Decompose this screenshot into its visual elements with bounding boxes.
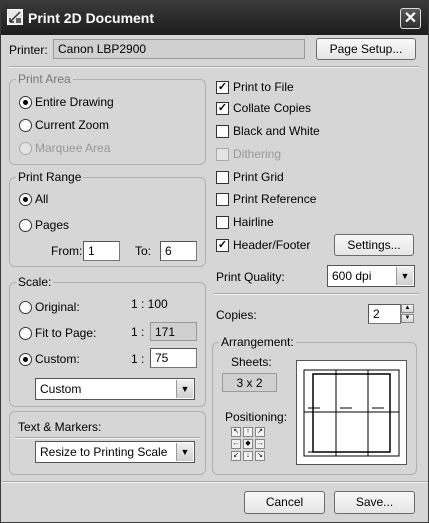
original-scale-value: 1 : 100 <box>131 297 168 311</box>
arrow-right-icon[interactable]: → <box>255 439 265 449</box>
printer-label: Printer: <box>9 43 48 57</box>
to-page-value: 6 <box>165 244 172 258</box>
copies-value: 2 <box>373 307 380 321</box>
print-grid-checkbox[interactable] <box>216 171 229 184</box>
custom-scale-value: 75 <box>155 351 169 365</box>
entire-drawing-radio[interactable] <box>19 96 32 109</box>
arrow-left-icon[interactable]: ← <box>231 439 241 449</box>
chevron-down-icon: ▼ <box>396 267 413 285</box>
title-bar[interactable]: Print 2D Document ✕ <box>1 1 428 35</box>
print-to-file-checkbox[interactable]: ✓ <box>216 81 229 94</box>
fit-scale-field: 171 <box>150 322 197 341</box>
text-markers-select[interactable]: Resize to Printing Scale ▼ <box>35 441 195 463</box>
to-page-input[interactable]: 6 <box>160 241 197 261</box>
cancel-button[interactable]: Cancel <box>244 491 325 514</box>
printer-name: Canon LBP2900 <box>58 42 147 56</box>
divider <box>2 481 428 483</box>
copies-input[interactable]: 2 <box>368 304 401 324</box>
arrow-top-left-icon[interactable]: ↖ <box>231 427 241 437</box>
close-button[interactable]: ✕ <box>400 8 421 29</box>
hairline-label[interactable]: Hairline <box>233 215 274 229</box>
pages-radio[interactable] <box>19 219 32 232</box>
fit-scale-prefix: 1 : <box>131 325 145 339</box>
printer-name-field: Canon LBP2900 <box>53 39 305 59</box>
print-range-legend: Print Range <box>16 170 84 184</box>
arrangement-preview <box>296 360 407 465</box>
current-zoom-radio[interactable] <box>19 119 32 132</box>
positioning-grid: ↖ ↑ ↗ ← ◆ → ↙ ↓ ↘ <box>231 427 267 463</box>
hairline-checkbox[interactable] <box>216 216 229 229</box>
close-icon: ✕ <box>403 10 418 27</box>
text-markers-value: Resize to Printing Scale <box>40 445 168 459</box>
center-dot-icon[interactable]: ◆ <box>243 439 253 449</box>
chevron-down-icon: ▼ <box>176 443 193 461</box>
print-to-file-label[interactable]: Print to File <box>233 80 294 94</box>
arrow-bottom-left-icon[interactable]: ↙ <box>231 451 241 461</box>
print-area-legend: Print Area <box>16 72 73 86</box>
arrow-up-icon[interactable]: ↑ <box>243 427 253 437</box>
page-setup-button[interactable]: Page Setup... <box>316 38 416 60</box>
dithering-checkbox <box>216 148 229 161</box>
copies-label: Copies: <box>216 308 257 322</box>
to-label: To: <box>135 244 152 258</box>
original-scale-label[interactable]: Original: <box>35 300 80 314</box>
chevron-down-icon: ▼ <box>176 380 193 398</box>
print-reference-label[interactable]: Print Reference <box>233 192 316 206</box>
from-label: From: <box>51 244 83 258</box>
print-reference-checkbox[interactable] <box>216 193 229 206</box>
positioning-label: Positioning: <box>225 410 288 424</box>
black-and-white-checkbox[interactable] <box>216 125 229 138</box>
sheets-field: 3 x 2 <box>222 373 277 392</box>
current-zoom-label[interactable]: Current Zoom <box>35 118 109 132</box>
marquee-area-label: Marquee Area <box>35 141 111 155</box>
from-page-input[interactable]: 1 <box>83 241 120 261</box>
collate-copies-checkbox[interactable]: ✓ <box>216 102 229 115</box>
text-markers-label: Text & Markers: <box>18 420 102 434</box>
marquee-area-radio <box>19 142 32 155</box>
print-grid-label[interactable]: Print Grid <box>233 170 284 184</box>
save-button[interactable]: Save... <box>334 491 415 514</box>
fit-to-page-label[interactable]: Fit to Page: <box>35 326 96 340</box>
settings-button[interactable]: Settings... <box>334 234 414 256</box>
chevron-down-icon[interactable]: ▼ <box>401 314 414 323</box>
print-2d-document-dialog: Print 2D Document ✕ Printer: Canon LBP29… <box>0 0 429 523</box>
app-icon <box>7 9 23 25</box>
custom-scale-radio[interactable] <box>19 353 32 366</box>
sheets-label: Sheets: <box>231 355 272 369</box>
print-quality-label: Print Quality: <box>216 270 285 284</box>
entire-drawing-label[interactable]: Entire Drawing <box>35 95 114 109</box>
divider <box>214 293 419 295</box>
arrow-bottom-right-icon[interactable]: ↘ <box>255 451 265 461</box>
custom-scale-prefix: 1 : <box>131 352 145 366</box>
from-page-value: 1 <box>88 244 95 258</box>
all-pages-radio[interactable] <box>19 193 32 206</box>
chevron-up-icon[interactable]: ▲ <box>401 304 414 313</box>
divider <box>9 66 419 68</box>
black-and-white-label[interactable]: Black and White <box>233 124 320 138</box>
scale-legend: Scale: <box>16 275 54 289</box>
scale-preset-select[interactable]: Custom ▼ <box>35 378 195 400</box>
sheets-value: 3 x 2 <box>236 376 263 390</box>
fit-scale-value: 171 <box>155 325 176 339</box>
window-title: Print 2D Document <box>28 10 155 26</box>
divider <box>15 437 200 439</box>
arrow-top-right-icon[interactable]: ↗ <box>255 427 265 437</box>
arrow-down-icon[interactable]: ↓ <box>243 451 253 461</box>
fit-to-page-radio[interactable] <box>19 327 32 340</box>
copies-stepper[interactable]: ▲ ▼ <box>401 304 414 324</box>
scale-preset-value: Custom <box>40 382 82 396</box>
custom-scale-input[interactable]: 75 <box>150 348 197 368</box>
collate-copies-label[interactable]: Collate Copies <box>233 101 311 115</box>
original-scale-radio[interactable] <box>19 301 32 314</box>
arrangement-legend: Arrangement: <box>219 335 296 349</box>
header-footer-checkbox[interactable]: ✓ <box>216 239 229 252</box>
print-quality-value: 600 dpi <box>332 269 372 283</box>
pages-label[interactable]: Pages <box>35 218 69 232</box>
custom-scale-label[interactable]: Custom: <box>35 352 80 366</box>
dithering-label: Dithering <box>233 147 282 161</box>
all-pages-label[interactable]: All <box>35 192 48 206</box>
header-footer-label[interactable]: Header/Footer <box>233 238 310 252</box>
print-quality-select[interactable]: 600 dpi ▼ <box>327 265 415 287</box>
